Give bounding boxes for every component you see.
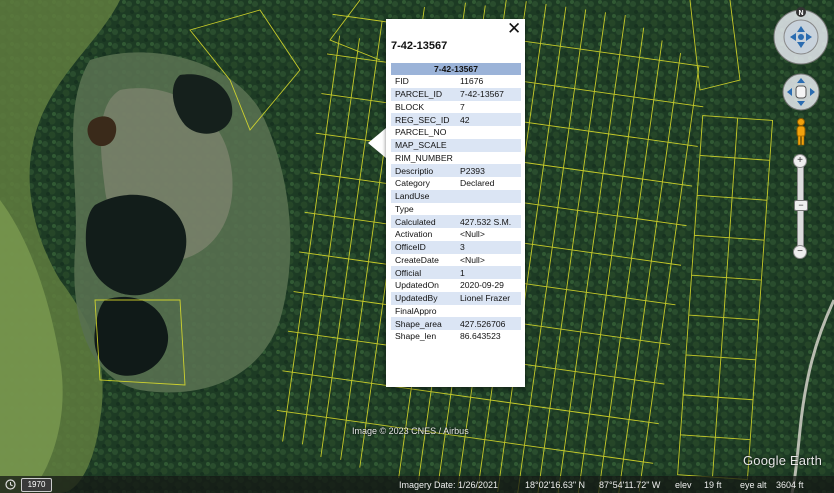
longitude-readout: 87°54'11.72" W <box>599 480 661 490</box>
attribute-value: 2020-09-29 <box>460 280 504 291</box>
attribute-value: 3 <box>456 240 521 254</box>
attribute-value <box>456 152 521 165</box>
latitude-readout: 18°02'16.63" N <box>525 480 586 490</box>
history-clock-icon[interactable] <box>4 479 17 490</box>
attribute-row: Shape_area 427.526706 <box>391 317 521 330</box>
attribute-key: REG_SEC_ID <box>391 113 456 126</box>
attribute-value <box>456 305 521 318</box>
elevation-label: elev <box>675 480 692 490</box>
attribute-value: 11676 <box>460 76 484 87</box>
attribute-value: 86.643523 <box>460 331 501 342</box>
balloon-title: 7-42-13567 <box>391 40 448 52</box>
attribute-row: LandUse <box>391 189 521 203</box>
attribute-row: Descriptio P2393 <box>391 164 521 177</box>
attribute-value: 7 <box>460 101 465 112</box>
pan-hand-icon[interactable] <box>782 72 820 112</box>
attribute-value: 7-42-13567 <box>456 87 521 101</box>
attribute-key: Shape_len <box>395 331 437 342</box>
attribute-row: CreateDate <Null> <box>391 254 521 267</box>
attribute-row: Category Declared <box>391 177 521 190</box>
attribute-key: BLOCK <box>395 101 425 112</box>
compass-icon[interactable]: N <box>772 4 830 66</box>
attribute-row: MAP_SCALE <box>391 138 521 152</box>
imagery-date: Imagery Date: 1/26/2021 <box>399 480 499 490</box>
status-bar: 1970 Imagery Date: 1/26/2021 18°02'16.63… <box>0 476 834 493</box>
attribute-row: UpdatedOn 2020-09-29 <box>391 279 521 292</box>
attribute-row: Type <box>391 203 521 216</box>
attribute-value: 427.526706 <box>456 317 521 330</box>
attribute-row: REG_SEC_ID 42 <box>391 113 521 126</box>
attribute-key: OfficeID <box>391 240 456 254</box>
zoom-in-button[interactable]: + <box>793 154 807 168</box>
attribute-row: Calculated 427.532 S.M. <box>391 215 521 228</box>
attribute-table: 7-42-13567 FID 11676 PARCEL_ID 7-42-13567 BL… <box>391 63 521 343</box>
google-earth-logo: Google Earth <box>743 453 823 468</box>
attribute-value: P2393 <box>456 164 521 177</box>
attribute-value <box>456 203 521 216</box>
eye-altitude-label: eye alt <box>740 480 767 490</box>
attribute-key: CreateDate <box>395 254 439 265</box>
attribute-key: Type <box>395 203 414 214</box>
attribute-row: Official 1 <box>391 266 521 279</box>
attribute-key: UpdatedOn <box>395 280 439 291</box>
attribute-row: UpdatedBy Lionel Frazer <box>391 291 521 305</box>
attribute-key: Shape_area <box>391 317 456 330</box>
attribute-value: 1 <box>456 266 521 279</box>
attribute-value: 42 <box>456 113 521 126</box>
attribute-key: FID <box>395 76 409 87</box>
attribute-key: FinalAppro <box>395 305 437 316</box>
attribute-row: BLOCK 7 <box>391 101 521 114</box>
attribute-value <box>456 126 521 139</box>
attribute-key: Category <box>395 178 430 189</box>
attribute-value: <Null> <box>460 254 485 265</box>
attribute-row: OfficeID 3 <box>391 240 521 254</box>
attribute-key: Activation <box>395 229 433 240</box>
attribute-key: LandUse <box>391 189 456 203</box>
attribute-key: Descriptio <box>391 164 456 177</box>
attribute-key: PARCEL_ID <box>391 87 456 101</box>
attribute-value: Declared <box>460 178 495 189</box>
attribute-row: PARCEL_ID 7-42-13567 <box>391 87 521 101</box>
balloon-pointer <box>368 128 386 158</box>
attribute-value <box>456 189 521 203</box>
attribute-key: RIM_NUMBER <box>395 152 453 163</box>
attribute-row: FID 11676 <box>391 75 521 88</box>
attribute-row: FinalAppro <box>391 305 521 318</box>
attribute-key: UpdatedBy <box>391 291 456 305</box>
imagery-copyright: Image © 2023 CNES / Airbus <box>352 426 469 436</box>
zoom-out-button[interactable]: − <box>793 245 807 259</box>
attribute-value: Lionel Frazer <box>456 291 521 305</box>
attribute-row: Shape_len 86.643523 <box>391 330 521 343</box>
attribute-value: 427.532 S.M. <box>456 215 521 228</box>
close-icon[interactable]: ✕ <box>507 21 521 38</box>
elevation-value: 19 ft <box>704 480 722 490</box>
pegman-icon[interactable] <box>793 118 809 146</box>
attribute-key: Official <box>391 266 456 279</box>
attribute-table-header: 7-42-13567 <box>391 63 521 75</box>
attribute-row: Activation <Null> <box>391 228 521 241</box>
historical-year-button[interactable]: 1970 <box>21 478 52 492</box>
info-balloon: ✕ 7-42-13567 7-42-13567 FID 11676 PARCEL_I… <box>386 19 525 387</box>
attribute-row: PARCEL_NO <box>391 126 521 139</box>
attribute-value: <Null> <box>460 229 485 240</box>
eye-altitude-value: 3604 ft <box>776 480 804 490</box>
zoom-slider-knob[interactable]: − <box>794 200 808 211</box>
attribute-value <box>456 138 521 152</box>
attribute-key: MAP_SCALE <box>391 138 456 152</box>
north-label: N <box>798 10 803 17</box>
attribute-key: Calculated <box>391 215 456 228</box>
attribute-row: RIM_NUMBER <box>391 152 521 165</box>
attribute-key: PARCEL_NO <box>395 127 447 138</box>
